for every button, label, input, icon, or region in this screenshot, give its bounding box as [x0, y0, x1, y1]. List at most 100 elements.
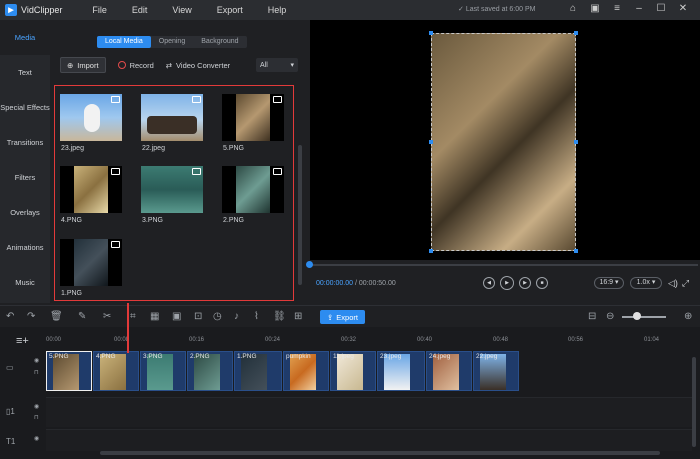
nav-overlays[interactable]: Overlays — [0, 195, 50, 230]
menu-view[interactable]: View — [172, 5, 191, 15]
eye-icon[interactable]: ◉ — [34, 357, 39, 364]
resize-handle[interactable] — [574, 31, 578, 35]
tab-local-media[interactable]: Local Media — [97, 36, 151, 48]
next-frame-button[interactable]: ▶ — [519, 277, 531, 289]
aspect-ratio-select[interactable]: 16:9 ▾ — [594, 277, 624, 289]
menu-export[interactable]: Export — [217, 5, 243, 15]
tab-opening[interactable]: Opening — [151, 36, 193, 48]
fit-timeline-icon[interactable]: ⊟ — [588, 311, 596, 322]
nav-music[interactable]: Music — [0, 265, 50, 300]
video-converter-label: Video Converter — [176, 60, 231, 70]
microphone-icon[interactable]: ♪ — [234, 311, 239, 322]
resize-handle[interactable] — [574, 140, 578, 144]
overlay-track[interactable] — [46, 397, 692, 427]
timeline-playhead[interactable] — [127, 327, 129, 353]
media-item-5[interactable] — [222, 94, 284, 141]
minimize-button[interactable]: – — [628, 3, 650, 14]
preview-progress-knob[interactable] — [306, 261, 313, 268]
media-item-4[interactable] — [60, 166, 122, 213]
time-ruler[interactable]: 00:00 00:08 00:16 00:24 00:32 00:40 00:4… — [46, 335, 696, 347]
menu-icon[interactable]: ≡ — [606, 3, 628, 14]
video-converter-button[interactable]: ⇄ Video Converter — [166, 61, 230, 70]
resize-handle[interactable] — [429, 31, 433, 35]
timeline-clip[interactable]: 2.PNG — [187, 351, 233, 391]
undo-icon[interactable]: ↶ — [6, 311, 14, 322]
zoom-slider-knob[interactable] — [633, 312, 641, 320]
timeline-horizontal-scrollbar[interactable] — [100, 451, 660, 455]
delete-icon[interactable]: 🗑 — [50, 311, 63, 322]
zoom-in-icon[interactable]: ⊕ — [684, 311, 692, 322]
menu-help[interactable]: Help — [268, 5, 287, 15]
media-item-2[interactable] — [222, 166, 284, 213]
media-scrollbar[interactable] — [298, 145, 302, 285]
detach-audio-icon[interactable]: ⌇ — [254, 311, 259, 322]
nav-special-effects[interactable]: Special Effects — [0, 90, 50, 125]
timeline-clip[interactable]: 4.PNG — [93, 351, 139, 391]
lock-icon[interactable]: ⊓ — [34, 369, 39, 376]
mosaic-icon[interactable]: ▦ — [150, 311, 159, 322]
add-track-icon[interactable]: ≡+ — [16, 335, 29, 347]
record-button[interactable]: Record — [117, 61, 154, 70]
media-item-1[interactable] — [60, 239, 122, 286]
crop-icon[interactable]: ⌗ — [130, 311, 136, 322]
link-icon[interactable]: ⛓ — [273, 311, 286, 322]
timeline-clip[interactable]: 23.jpeg — [377, 351, 425, 391]
resize-handle[interactable] — [574, 249, 578, 253]
fullscreen-icon[interactable]: ⤢ — [682, 278, 689, 289]
play-button[interactable]: ▶ — [500, 276, 514, 290]
timeline-clip[interactable]: 3.PNG — [140, 351, 186, 391]
edit-icon[interactable]: ✎ — [78, 311, 86, 322]
maximize-button[interactable]: ☐ — [650, 3, 672, 14]
nav-animations[interactable]: Animations — [0, 230, 50, 265]
menu-edit[interactable]: Edit — [132, 5, 148, 15]
timeline-clip[interactable]: pumpkin — [283, 351, 329, 391]
preview-progress-bar[interactable] — [310, 264, 698, 266]
lock-icon[interactable]: ⊓ — [34, 414, 39, 421]
freeze-icon[interactable]: ▣ — [172, 311, 181, 322]
timeline-clip[interactable]: 22.jpeg — [473, 351, 519, 391]
volume-icon[interactable]: ◁) — [668, 278, 678, 289]
edit-toolbar: ↶ ↷ 🗑 ✎ ✂ ⌗ ▦ ▣ ⊡ ◷ ♪ ⌇ ⛓ ⊞ ⇪ Export ⊟ ⊖… — [0, 305, 700, 327]
zoom-out-icon[interactable]: ⊖ — [606, 311, 614, 322]
split-screen-icon[interactable]: ⊞ — [294, 311, 302, 322]
zoom-slider[interactable] — [622, 316, 666, 318]
resize-handle[interactable] — [429, 140, 433, 144]
timeline-clip[interactable]: 5.PNG — [46, 351, 92, 391]
clip-label: 2.PNG — [190, 353, 210, 360]
dog-image — [84, 104, 100, 132]
nav-media[interactable]: Media — [0, 20, 50, 55]
timeline-clip[interactable]: 24.jpeg — [426, 351, 472, 391]
clip-label: pumpkin — [286, 353, 311, 360]
eye-icon[interactable]: ◉ — [34, 435, 39, 442]
timeline-clip[interactable]: 11.jpeg — [330, 351, 376, 391]
tab-background[interactable]: Background — [193, 36, 246, 48]
text-track[interactable] — [46, 429, 692, 451]
previous-frame-button[interactable]: ◀ — [483, 277, 495, 289]
timeline-clip[interactable]: 1.PNG — [234, 351, 282, 391]
nav-transitions[interactable]: Transitions — [0, 125, 50, 160]
media-item-label: 1.PNG — [61, 290, 83, 297]
redo-icon[interactable]: ↷ — [27, 311, 35, 322]
stop-button[interactable]: ■ — [536, 277, 548, 289]
media-item-3[interactable] — [141, 166, 203, 213]
speed-select[interactable]: 1.0x ▾ — [630, 277, 662, 289]
close-button[interactable]: ✕ — [672, 3, 694, 14]
home-icon[interactable]: ⌂ — [562, 3, 584, 14]
speed-icon[interactable]: ◷ — [213, 311, 222, 322]
media-item-23[interactable] — [60, 94, 122, 141]
export-button[interactable]: ⇪ Export — [320, 310, 365, 324]
split-icon[interactable]: ✂ — [103, 311, 111, 322]
image-type-icon — [273, 96, 282, 103]
import-button[interactable]: ⊕ Import — [60, 57, 106, 73]
resize-handle[interactable] — [429, 249, 433, 253]
nav-filters[interactable]: Filters — [0, 160, 50, 195]
eye-icon[interactable]: ◉ — [34, 403, 39, 410]
feedback-icon[interactable]: ▣ — [584, 3, 606, 14]
nav-text[interactable]: Text — [0, 55, 50, 90]
timeline-vertical-scrollbar[interactable] — [692, 357, 696, 447]
preview-frame-image[interactable] — [431, 33, 576, 251]
duration-icon[interactable]: ⊡ — [194, 311, 202, 322]
media-item-22[interactable] — [141, 94, 203, 141]
media-filter-select[interactable]: All ▾ — [256, 58, 298, 72]
menu-file[interactable]: File — [92, 5, 107, 15]
